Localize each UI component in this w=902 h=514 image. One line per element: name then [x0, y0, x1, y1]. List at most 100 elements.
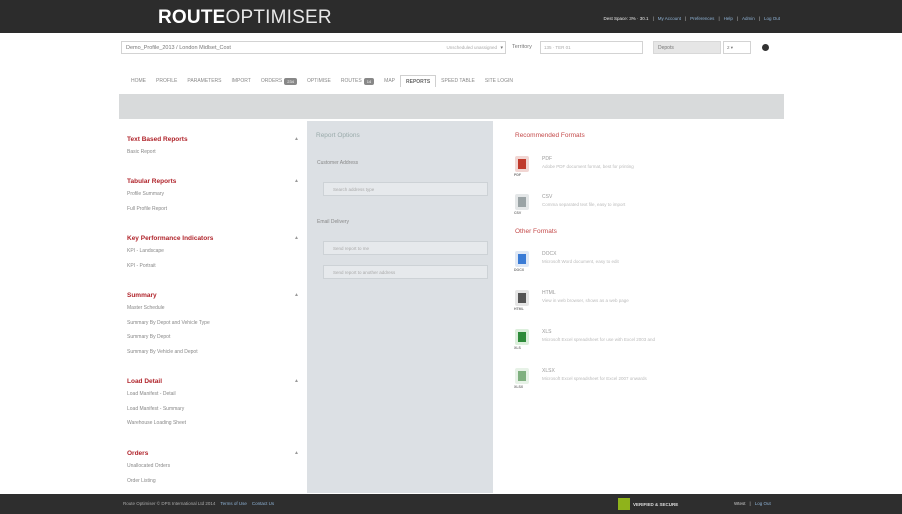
pdf-icon: [515, 156, 529, 172]
security-badge: VERIFIED & SECURE: [618, 498, 714, 510]
format-tag: XLS: [514, 346, 521, 350]
footer-username: Wtest: [734, 501, 746, 506]
collapse-icon: ▲: [294, 136, 299, 142]
tab-label: REPORTS: [406, 78, 431, 85]
section-header[interactable]: Orders ▲: [127, 447, 299, 459]
territory-input[interactable]: 135 · TER 01: [540, 41, 643, 54]
tab-reports[interactable]: REPORTS: [400, 75, 437, 87]
tab-orders[interactable]: ORDERS 234: [256, 75, 302, 87]
format-tag: CSV: [514, 211, 522, 215]
send-to-other-option[interactable]: Send report to another address: [323, 265, 488, 279]
tab-speed-table[interactable]: SPEED TABLE: [436, 75, 480, 87]
format-tag: XLSX: [514, 385, 524, 389]
customer-address-input[interactable]: Search address type: [323, 182, 488, 196]
logout-link[interactable]: Log Out: [764, 16, 780, 21]
orders-count-badge: 234: [284, 77, 297, 85]
report-item[interactable]: Summary By Depot: [127, 330, 299, 345]
contact-link[interactable]: Contact Us: [252, 501, 274, 506]
report-item[interactable]: Load Manifest - Detail: [127, 387, 299, 402]
report-item[interactable]: KPI - Landscape: [127, 244, 299, 259]
format-tag: HTML: [514, 307, 524, 311]
tab-label: SITE LOGIN: [484, 78, 513, 84]
collapse-icon: ▲: [294, 450, 299, 456]
format-csv[interactable]: CSV CSV Comma separated text file, easy …: [514, 194, 765, 224]
report-item[interactable]: Basic Report: [127, 145, 299, 160]
format-xlsx[interactable]: XLSX XLSX Microsoft Excel spreadsheet fo…: [514, 368, 765, 398]
tab-parameters[interactable]: PARAMETERS: [182, 75, 226, 87]
section-title: Load Detail: [127, 377, 163, 385]
section-header[interactable]: Key Performance Indicators ▲: [127, 232, 299, 244]
footer-user: Wtest | Log Out: [734, 501, 771, 506]
security-badge-icon: [618, 498, 630, 510]
preferences-link[interactable]: Preferences: [690, 16, 714, 21]
security-badge-text: VERIFIED & SECURE: [633, 501, 679, 507]
copyright-text: Route Optimiser © DPS International Ltd …: [123, 501, 216, 506]
report-options-panel: Report Options Customer Address Search a…: [307, 121, 493, 493]
collapse-icon: ▲: [294, 378, 299, 384]
email-delivery-label: Email Delivery: [317, 219, 349, 225]
format-xls[interactable]: XLS XLS Microsoft Excel spreadsheet for …: [514, 329, 765, 359]
section-header[interactable]: Load Detail ▲: [127, 375, 299, 387]
format-desc: Microsoft Word document, easy to edit: [542, 259, 619, 264]
report-item[interactable]: Summary By Vehicle and Depot: [127, 345, 299, 360]
my-account-link[interactable]: My Account: [658, 16, 681, 21]
section-title: Tabular Reports: [127, 177, 177, 185]
report-item[interactable]: Full Profile Report: [127, 202, 299, 217]
help-link[interactable]: Help: [724, 16, 733, 21]
top-right-links: Dest Space: 3% · 30.1 | My Account | Pre…: [603, 16, 780, 21]
section-orders: Orders ▲ Unallocated Orders Order Listing: [127, 447, 299, 488]
section-header[interactable]: Text Based Reports ▲: [127, 133, 299, 145]
logo-bold-text: ROUTE: [158, 7, 226, 28]
footer-links: Route Optimiser © DPS International Ltd …: [123, 501, 274, 506]
format-html[interactable]: HTML HTML View in web browser, shows as …: [514, 290, 765, 320]
section-load-detail: Load Detail ▲ Load Manifest - Detail Load…: [127, 375, 299, 431]
footer-logout-link[interactable]: Log Out: [755, 501, 771, 506]
tab-routes[interactable]: ROUTES 14: [336, 75, 379, 87]
settings-icon[interactable]: [762, 44, 769, 51]
user-status: Dest Space: 3% · 30.1: [603, 16, 649, 21]
report-item[interactable]: Order Listing: [127, 474, 299, 489]
format-desc: Adobe PDF document format, best for prin…: [542, 164, 634, 169]
report-item[interactable]: Master Schedule: [127, 301, 299, 316]
section-title: Key Performance Indicators: [127, 234, 214, 242]
tab-site-login[interactable]: SITE LOGIN: [480, 75, 518, 87]
report-item[interactable]: Unallocated Orders: [127, 459, 299, 474]
section-header[interactable]: Tabular Reports ▲: [127, 175, 299, 187]
tab-label: IMPORT: [231, 78, 251, 84]
report-item[interactable]: Load Manifest - Summary: [127, 402, 299, 417]
report-item[interactable]: Profile Summary: [127, 187, 299, 202]
section-title: Summary: [127, 291, 157, 299]
admin-link[interactable]: Admin: [742, 16, 755, 21]
app-logo[interactable]: ROUTEOPTIMISER: [158, 7, 332, 29]
report-item[interactable]: Summary By Depot and Vehicle Type: [127, 316, 299, 331]
tab-label: ORDERS: [260, 78, 283, 84]
plan-select[interactable]: Demo_Profile_2013 / London Midlset_Cost …: [121, 41, 506, 54]
depots-label: Depots: [653, 41, 721, 54]
format-name: CSV: [542, 194, 553, 200]
depots-select[interactable]: 2 ▾: [723, 41, 751, 54]
format-tag: DOCX: [514, 268, 525, 272]
formats-panel: Recommended Formats PDF PDF Adobe PDF do…: [493, 121, 784, 493]
format-docx[interactable]: DOCX DOCX Microsoft Word document, easy …: [514, 251, 765, 281]
section-summary: Summary ▲ Master Schedule Summary By Depo…: [127, 289, 299, 359]
tab-profile[interactable]: PROFILE: [151, 75, 182, 87]
tab-import[interactable]: IMPORT: [227, 75, 256, 87]
report-item[interactable]: KPI - Portrait: [127, 259, 299, 274]
report-item[interactable]: Warehouse Loading Sheet: [127, 416, 299, 431]
docx-icon: [515, 251, 529, 267]
format-pdf[interactable]: PDF PDF Adobe PDF document format, best …: [514, 156, 765, 186]
section-tabular-reports: Tabular Reports ▲ Profile Summary Full Pr…: [127, 175, 299, 216]
tab-map[interactable]: MAP: [379, 75, 400, 87]
report-list: Text Based Reports ▲ Basic Report Tabular…: [119, 121, 307, 493]
depots-label-text: Depots: [658, 45, 674, 51]
terms-link[interactable]: Terms of Use: [220, 501, 247, 506]
tab-optimise[interactable]: OPTIMISE: [302, 75, 336, 87]
format-desc: Comma separated text file, easy to impor…: [542, 202, 626, 207]
send-to-me-option[interactable]: Send report to me: [323, 241, 488, 255]
logo-light-text: OPTIMISER: [225, 7, 332, 28]
tab-home[interactable]: HOME: [126, 75, 151, 87]
format-name: PDF: [542, 156, 552, 162]
plan-select-value: Demo_Profile_2013 / London Midlset_Cost: [126, 45, 231, 51]
section-header[interactable]: Summary ▲: [127, 289, 299, 301]
format-desc: View in web browser, shows as a web page: [542, 298, 629, 303]
